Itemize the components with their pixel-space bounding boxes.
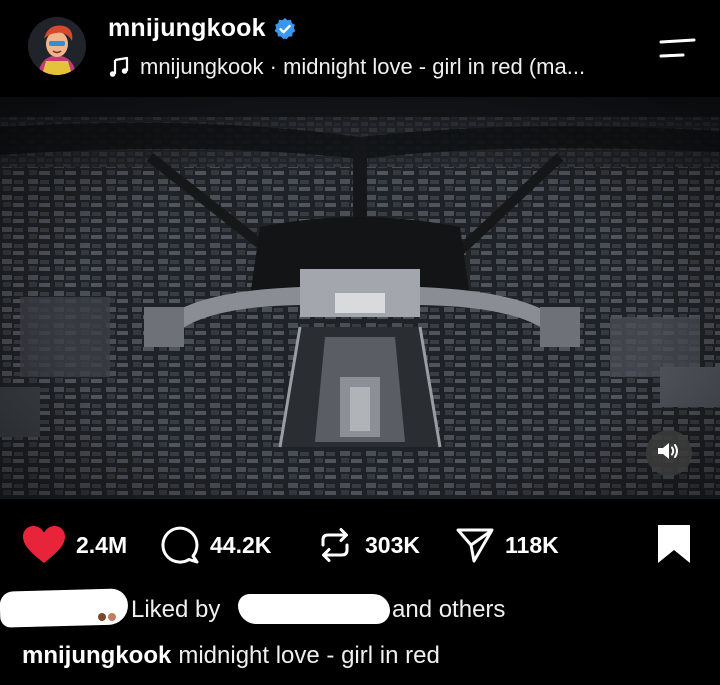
repost-count: 303K [365,531,420,558]
like-count: 2.4M [76,531,128,558]
share-button[interactable]: 118K [455,518,559,572]
caption: mnijungkook midnight love - girl in red [22,642,440,670]
liked-by-row[interactable]: Liked by and others [0,588,720,630]
sound-on-icon [656,440,682,467]
comment-icon [160,525,200,565]
repost-button[interactable]: 303K [315,518,420,572]
avatar[interactable] [28,17,86,75]
action-bar: 2.4M 44.2K 303K 118K [0,518,720,572]
post-media[interactable] [0,97,720,499]
avatar-stack-fragment [98,613,116,621]
menu-icon[interactable] [657,36,697,60]
redaction-mark [238,594,390,624]
post-header: mnijungkook mnijungkook · midnight love … [0,0,720,96]
share-count: 118K [505,531,559,558]
verified-badge-icon [273,17,297,41]
heart-icon [22,525,66,565]
send-icon [455,525,495,565]
sound-toggle-button[interactable] [646,430,692,476]
audio-info[interactable]: mnijungkook · midnight love - girl in re… [108,54,585,80]
caption-text: midnight love - girl in red [178,642,440,669]
bookmark-icon[interactable] [656,524,692,564]
repost-icon [315,525,355,565]
comment-button[interactable]: 44.2K [160,518,271,572]
avatar-image [28,17,86,75]
caption-username[interactable]: mnijungkook [22,642,171,669]
comment-count: 44.2K [210,531,272,558]
audio-label: mnijungkook · midnight love - girl in re… [140,54,586,79]
username[interactable]: mnijungkook [108,14,266,43]
liked-by-suffix: and others [392,596,506,623]
like-button[interactable]: 2.4M [22,518,127,572]
username-row: mnijungkook [108,14,297,43]
liked-by-prefix: Liked by [131,596,221,623]
music-note-icon [108,56,130,78]
city-aerial-image [0,97,720,499]
